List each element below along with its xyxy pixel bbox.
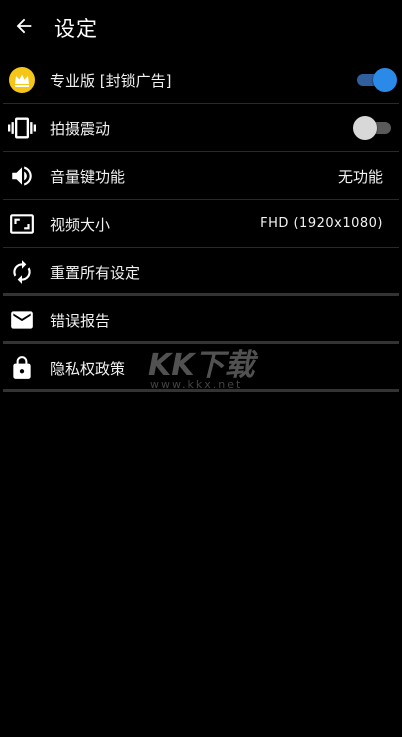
mail-icon <box>8 306 36 334</box>
setting-privacy-policy[interactable]: 隐私权政策 <box>3 344 399 392</box>
arrow-left-icon <box>13 15 35 41</box>
switch-thumb <box>373 68 397 92</box>
setting-label: 错误报告 <box>50 312 111 330</box>
setting-video-size[interactable]: 视频大小 FHD (1920x1080) <box>3 200 399 248</box>
setting-shutter-vibration[interactable]: 拍摄震动 <box>3 104 399 152</box>
back-button[interactable] <box>0 0 48 56</box>
setting-label: 视频大小 <box>50 216 111 234</box>
reset-icon <box>8 258 36 286</box>
pro-version-switch[interactable] <box>357 68 397 92</box>
crown-icon <box>8 66 36 94</box>
setting-reset-all[interactable]: 重置所有设定 <box>3 248 399 296</box>
setting-label: 拍摄震动 <box>50 120 111 138</box>
aspect-ratio-icon <box>8 210 36 238</box>
setting-label: 音量键功能 <box>50 168 126 186</box>
toolbar: 设定 <box>0 0 402 56</box>
vibration-icon <box>8 114 36 142</box>
setting-value: 无功能 <box>337 168 383 186</box>
setting-label: 隐私权政策 <box>50 360 126 378</box>
settings-list: 专业版 [封锁广告] 拍摄震动 音量键功能 无功能 视频大小 FHD (1920… <box>0 56 402 392</box>
setting-label: 重置所有设定 <box>50 264 141 282</box>
setting-pro-version[interactable]: 专业版 [封锁广告] <box>3 56 399 104</box>
lock-icon <box>8 354 36 382</box>
vibration-switch[interactable] <box>353 116 391 140</box>
setting-value: FHD (1920x1080) <box>260 216 383 231</box>
volume-icon <box>8 162 36 190</box>
settings-screen: 设定 专业版 [封锁广告] 拍摄震动 音量键功能 无功能 视频大小 FHD (1… <box>0 0 402 737</box>
setting-label: 专业版 [封锁广告] <box>50 72 172 90</box>
page-title: 设定 <box>54 17 98 41</box>
setting-volume-key[interactable]: 音量键功能 无功能 <box>3 152 399 200</box>
setting-error-report[interactable]: 错误报告 <box>3 296 399 344</box>
switch-thumb <box>353 116 377 140</box>
